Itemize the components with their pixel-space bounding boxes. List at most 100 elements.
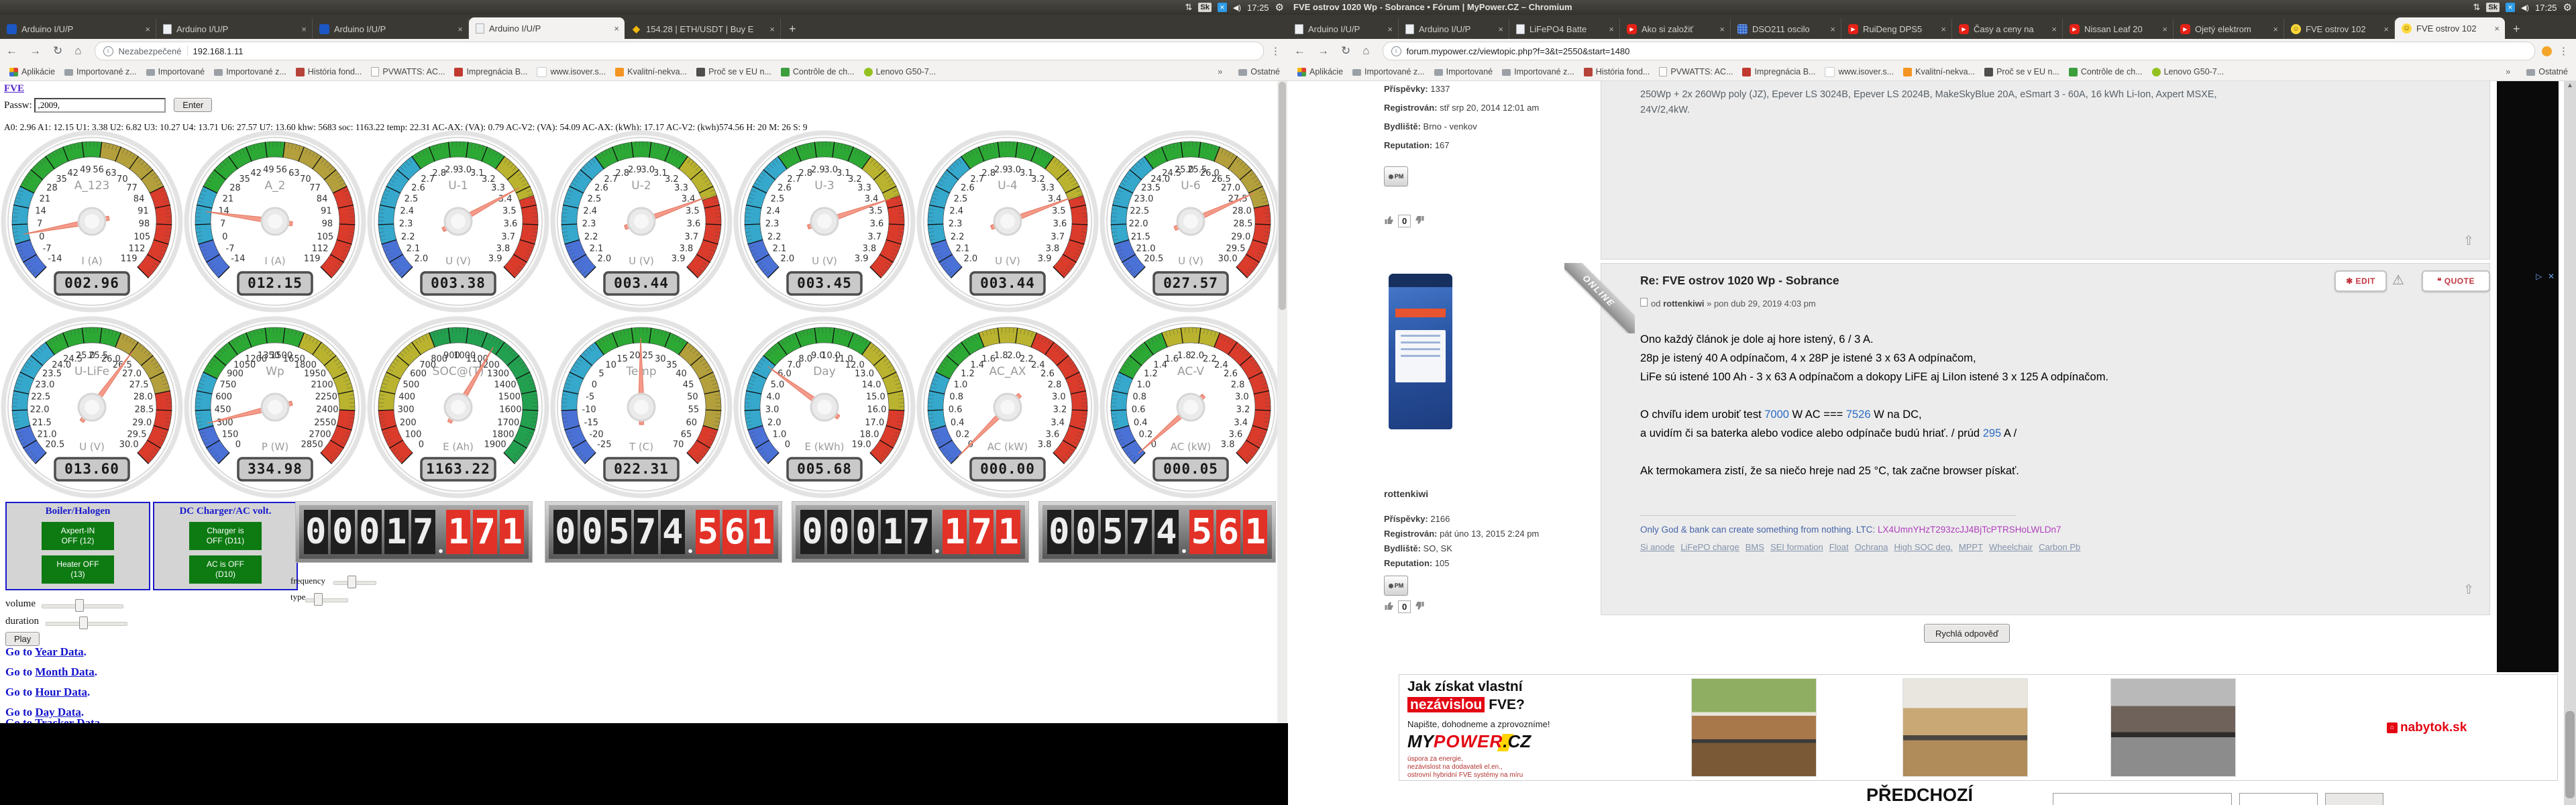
inline-link[interactable]: 7526 — [1846, 409, 1871, 421]
tab-close-icon[interactable]: × — [2273, 24, 2278, 34]
tab-11[interactable]: ☺FVE ostrov 102× — [2395, 17, 2505, 39]
scrollbar-up-arrow[interactable]: ▲ — [2567, 82, 2573, 89]
scroll-top-icon[interactable]: ⇧ — [2463, 233, 2474, 249]
tab-9[interactable]: ▶Ojetý elektrom× — [2174, 19, 2284, 39]
relay-button[interactable]: Heater OFF (13) — [42, 555, 114, 584]
username[interactable]: rottenkiwi — [1384, 488, 1428, 499]
thumb-down-icon[interactable] — [1414, 600, 1425, 613]
bookmark-historia[interactable]: História fond... — [296, 67, 362, 76]
edit-button[interactable]: ✱ EDIT — [2334, 270, 2387, 292]
volume-slider-thumb[interactable] — [75, 599, 84, 612]
tab-close-icon[interactable]: × — [1941, 24, 1946, 34]
bookmark-folder[interactable]: Importované — [1434, 67, 1493, 76]
tab-1[interactable]: Arduino I/U/P× — [1288, 19, 1399, 39]
tab-close-icon[interactable]: × — [1609, 24, 1614, 34]
bookmark-historia[interactable]: História fond... — [1584, 67, 1650, 76]
ltc-address-link[interactable]: LX4UmnYHzT293zcJJ4BjTcPTRSHoLWLDn7 — [1878, 525, 2061, 535]
info-icon[interactable]: i — [103, 46, 113, 56]
report-warning-icon[interactable]: ⚠ — [2392, 272, 2404, 288]
quote-button[interactable]: ❝ QUOTE — [2422, 270, 2490, 292]
enter-button[interactable]: Enter — [174, 98, 212, 112]
tab-close-icon[interactable]: × — [145, 24, 150, 34]
bookmark-folder[interactable]: Importované z... — [1502, 67, 1574, 76]
tag-link[interactable]: Si anode — [1640, 542, 1674, 552]
bookmark-other-folder[interactable]: Ostatné — [1238, 67, 1280, 76]
tab-6[interactable]: ▶RuiDeng DPS5× — [1841, 19, 1952, 39]
bookmark-impreg[interactable]: Impregnácia B... — [1742, 67, 1815, 76]
tag-link[interactable]: Float — [1829, 542, 1849, 552]
bookmark-lenovo[interactable]: Lenovo G50-7... — [864, 67, 936, 76]
forum-scrollbar[interactable]: ▲ — [2564, 80, 2576, 805]
bookmark-controle[interactable]: Contrôle de ch... — [2069, 67, 2143, 76]
data-link[interactable]: Tracker Data — [35, 716, 100, 723]
address-bar-right[interactable]: i forum.mypower.cz/viewtopic.php?f=3&t=2… — [1383, 42, 2535, 60]
sort-order-select[interactable] — [2239, 793, 2318, 805]
tab-1[interactable]: Arduino I/U/P× — [0, 19, 156, 39]
pm-button[interactable]: PM — [1384, 576, 1408, 596]
author-link[interactable]: rottenkiwi — [1663, 299, 1704, 309]
tab-10[interactable]: ☺FVE ostrov 102× — [2284, 19, 2395, 39]
ad-photo-kitchen-2[interactable] — [1902, 678, 2028, 777]
tab-close-icon[interactable]: × — [1830, 24, 1835, 34]
reload-icon[interactable]: ↻ — [1341, 44, 1350, 58]
tab-4[interactable]: ▶Ako si založiť× — [1620, 19, 1731, 39]
tab-7[interactable]: ▶Časy a ceny na× — [1952, 19, 2063, 39]
inline-link[interactable]: 295 — [1983, 427, 2002, 439]
pm-button[interactable]: PM — [1384, 166, 1408, 186]
tab-3[interactable]: Arduino I/U/P× — [313, 19, 469, 39]
tag-link[interactable]: MPPT — [1959, 542, 1983, 552]
bookmark-folder[interactable]: Importované z... — [1352, 67, 1425, 76]
keyboard-layout-indicator[interactable]: Sk — [2486, 3, 2499, 12]
tag-link[interactable]: BMS — [1746, 542, 1764, 552]
type-slider-thumb[interactable] — [314, 593, 323, 606]
frequency-slider-thumb[interactable] — [347, 576, 356, 588]
thumb-down-icon[interactable] — [1414, 215, 1425, 227]
bookmark-apps[interactable]: Aplikácie — [9, 67, 55, 76]
tag-link[interactable]: High SOC deg. — [1894, 542, 1952, 552]
tag-link[interactable]: LiFePO charge — [1680, 542, 1739, 552]
quick-reply-button[interactable]: Rychlá odpověď — [1924, 624, 2010, 643]
tab-5[interactable]: DSO211 oscilo× — [1731, 19, 1841, 39]
bookmark-other-folder[interactable]: Ostatné — [2526, 67, 2568, 76]
tab-5[interactable]: ◆154.28 | ETH/USDT | Buy E× — [625, 19, 781, 39]
ad-photo-kitchen-3[interactable] — [2110, 678, 2236, 777]
mail-icon[interactable]: ✕ — [2506, 3, 2515, 12]
settings-gear-icon[interactable]: ⚙ — [2563, 1, 2572, 13]
bookmark-folder[interactable]: Importované — [146, 67, 205, 76]
password-input[interactable] — [34, 98, 166, 113]
bookmark-folder[interactable]: Importované z... — [214, 67, 286, 76]
ad-close-icon[interactable]: ✕ — [2548, 272, 2555, 281]
bookmark-apps[interactable]: Aplikácie — [1297, 67, 1343, 76]
adchoices-icon[interactable]: ▷ — [2536, 272, 2542, 281]
forward-icon[interactable]: → — [30, 44, 41, 58]
relay-button[interactable]: AC is OFF (D10) — [189, 555, 262, 584]
tab-close-icon[interactable]: × — [1719, 24, 1725, 34]
apply-button[interactable] — [2325, 793, 2383, 805]
tab-close-icon[interactable]: × — [2383, 24, 2389, 34]
play-button[interactable]: Play — [5, 632, 40, 646]
inline-link[interactable]: 7000 — [1764, 409, 1789, 421]
extension-icon[interactable] — [2542, 46, 2552, 56]
tab-close-icon[interactable]: × — [458, 24, 463, 34]
relay-button[interactable]: Axpert-IN OFF (12) — [42, 522, 114, 550]
scrollbar-thumb[interactable] — [2565, 711, 2575, 798]
info-icon[interactable]: i — [1391, 46, 1401, 56]
relay-button[interactable]: Charger is OFF (D11) — [189, 522, 262, 550]
tab-2[interactable]: Arduino I/U/P× — [1399, 19, 1509, 39]
tab-3[interactable]: LiFePO4 Batte× — [1509, 19, 1620, 39]
previous-page-link[interactable]: PŘEDCHOZÍ — [1866, 785, 1973, 805]
type-slider[interactable] — [305, 598, 348, 602]
bookmark-isover[interactable]: www.isover.s... — [537, 67, 606, 77]
forward-icon[interactable]: → — [1318, 44, 1329, 58]
tab-close-icon[interactable]: × — [1387, 24, 1393, 34]
tab-close-icon[interactable]: × — [769, 24, 775, 34]
tab-close-icon[interactable]: × — [2494, 23, 2500, 34]
reload-icon[interactable]: ↻ — [53, 44, 62, 58]
bookmark-folder[interactable]: Importované z... — [64, 67, 137, 76]
tab-close-icon[interactable]: × — [1498, 24, 1503, 34]
updown-arrows-icon[interactable]: ⇅ — [2473, 2, 2481, 13]
scroll-top-icon[interactable]: ⇧ — [2463, 582, 2474, 598]
bookmark-pageic[interactable]: PVWATTS: AC... — [371, 67, 445, 76]
bookmark-kvalitni[interactable]: Kvalitní-nekva... — [1903, 67, 1975, 76]
new-tab-button[interactable]: + — [2505, 19, 2528, 39]
